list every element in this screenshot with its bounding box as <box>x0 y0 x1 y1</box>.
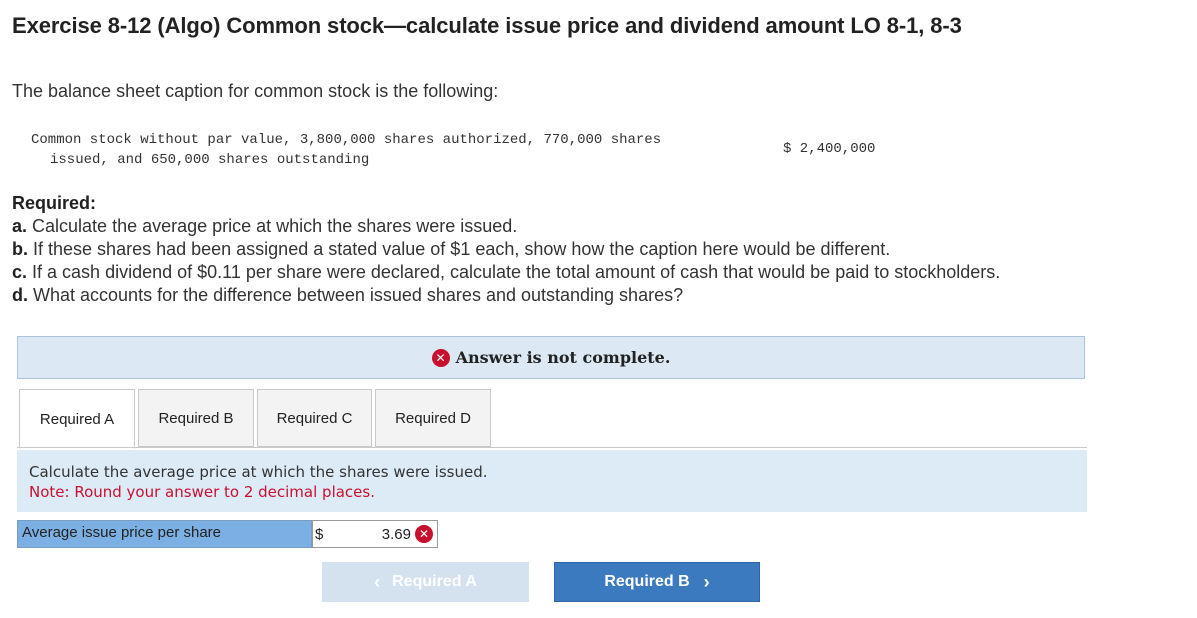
required-item-a: a. Calculate the average price at which … <box>12 215 1000 238</box>
next-required-button[interactable]: Required B › <box>554 562 760 602</box>
required-text: What accounts for the difference between… <box>33 285 684 305</box>
required-item-b: b. If these shares had been assigned a s… <box>12 238 1000 261</box>
tab-required-b[interactable]: Required B <box>138 389 254 447</box>
required-letter: b. <box>12 239 28 259</box>
chevron-left-icon: ‹ <box>374 571 381 592</box>
required-tabs: Required A Required B Required C Require… <box>19 389 494 449</box>
prev-required-button[interactable]: ‹ Required A <box>322 562 529 602</box>
chevron-right-icon: › <box>703 571 710 592</box>
answer-value[interactable]: 3.69 <box>359 526 415 543</box>
tab-required-c[interactable]: Required C <box>257 389 372 447</box>
stock-caption: Common stock without par value, 3,800,00… <box>31 130 911 170</box>
answer-label: Average issue price per share <box>17 520 312 548</box>
tab-required-d[interactable]: Required D <box>375 389 491 447</box>
required-heading: Required: <box>12 193 97 213</box>
required-text: Calculate the average price at which the… <box>32 216 518 236</box>
answer-row: Average issue price per share $ 3.69 ✕ <box>17 520 438 548</box>
next-button-label: Required B <box>604 573 690 590</box>
currency-symbol: $ <box>315 525 324 543</box>
caption-line-1: Common stock without par value, 3,800,00… <box>31 132 662 148</box>
average-price-input[interactable]: $ 3.69 ✕ <box>312 520 438 548</box>
required-item-c: c. If a cash dividend of $0.11 per share… <box>12 261 1000 284</box>
required-section: Required: a. Calculate the average price… <box>12 192 1000 307</box>
x-circle-icon: ✕ <box>431 348 450 367</box>
tab-required-a[interactable]: Required A <box>19 389 135 449</box>
caption-line-2: issued, and 650,000 shares outstanding <box>50 152 370 168</box>
required-item-d: d. What accounts for the difference betw… <box>12 284 1000 307</box>
caption-amount: $ 2,400,000 <box>783 141 876 157</box>
instructions-note: Note: Round your answer to 2 decimal pla… <box>29 483 375 501</box>
required-text: If a cash dividend of $0.11 per share we… <box>32 262 1001 282</box>
instructions-text: Calculate the average price at which the… <box>29 463 488 481</box>
instructions-panel: Calculate the average price at which the… <box>17 450 1087 512</box>
required-text: If these shares had been assigned a stat… <box>33 239 891 259</box>
required-letter: d. <box>12 285 28 305</box>
prev-button-label: Required A <box>392 573 477 590</box>
tab-divider <box>17 447 1087 448</box>
x-circle-icon: ✕ <box>415 525 433 543</box>
caption-text: Common stock without par value, 3,800,00… <box>31 130 721 170</box>
status-banner-text: Answer is not complete. <box>455 348 671 367</box>
status-banner: ✕ Answer is not complete. <box>17 336 1085 379</box>
intro-text: The balance sheet caption for common sto… <box>12 81 499 101</box>
exercise-title: Exercise 8-12 (Algo) Common stock—calcul… <box>12 13 962 38</box>
required-letter: a. <box>12 216 28 236</box>
required-letter: c. <box>12 262 28 282</box>
